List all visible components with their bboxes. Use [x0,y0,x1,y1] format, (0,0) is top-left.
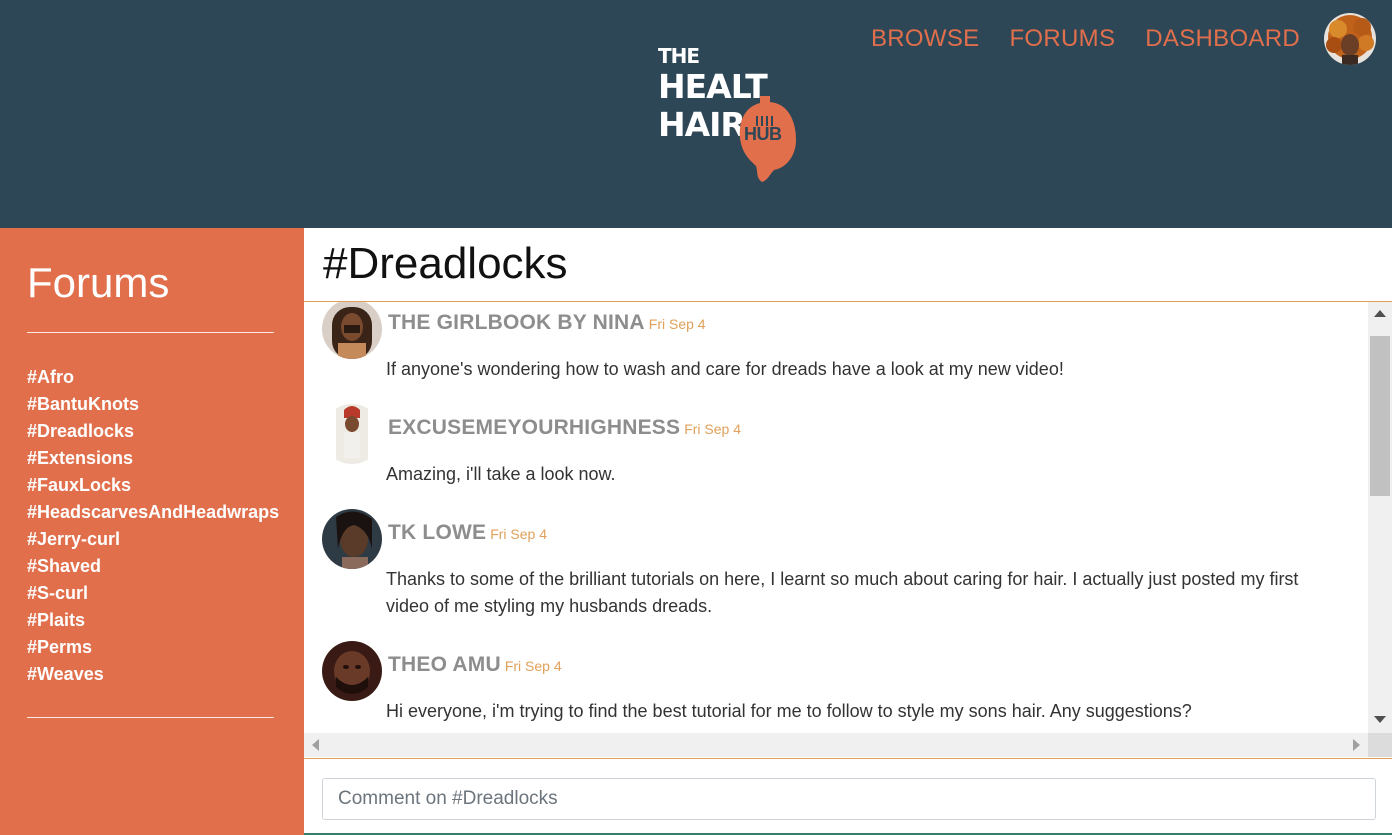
post-date: Fri Sep 4 [490,526,548,542]
post-feed[interactable]: THE GIRLBOOK BY NINA Fri Sep 4 If anyone'… [304,302,1392,733]
sidebar-title: Forums [27,259,170,306]
logo-text-the: THE [658,44,700,68]
sidebar-item-weaves[interactable]: #Weaves [27,661,279,688]
post-text: Amazing, i'll take a look now. [386,464,616,484]
scroll-up-arrow-icon[interactable] [1374,310,1386,317]
user-avatar[interactable] [1324,13,1376,65]
sidebar-item-shaved[interactable]: #Shaved [27,553,279,580]
logo-text-hair: HAIR [658,105,746,144]
user-photo-icon [322,404,382,464]
horizontal-scrollbar[interactable] [304,733,1368,757]
user-photo-icon [322,509,382,569]
user-photo-icon [322,641,382,701]
sidebar-item-headscarves[interactable]: #HeadscarvesAndHeadwraps [27,499,279,526]
comment-input[interactable] [322,778,1376,820]
scrollbar-thumb[interactable] [1370,336,1390,496]
sidebar-item-fauxlocks[interactable]: #FauxLocks [27,472,279,499]
sidebar-item-perms[interactable]: #Perms [27,634,279,661]
scrollbar-corner [1368,733,1392,757]
forum-main: #Dreadlocks THE GIRLBOOK BY NINA Fri Sep … [304,228,1392,835]
forum-title: #Dreadlocks [323,239,568,288]
sidebar-item-jerry-curl[interactable]: #Jerry-curl [27,526,279,553]
user-avatar-icon [1324,13,1376,65]
sidebar-item-bantuknots[interactable]: #BantuKnots [27,391,279,418]
post-date: Fri Sep 4 [684,421,742,437]
nav-browse[interactable]: BROWSE [871,24,979,54]
forums-sidebar: Forums #Afro #BantuKnots #Dreadlocks #Ex… [0,228,304,835]
comment-divider [304,758,1392,759]
site-header: THE HEALT HAIR HUB BROWSE FORUMS DASHBOA… [0,0,1392,228]
post-username[interactable]: EXCUSEMEYOURHIGHNESS Fri Sep 4 [388,416,741,440]
sidebar-item-s-curl[interactable]: #S-curl [27,580,279,607]
sidebar-divider-top [27,332,274,333]
post-username[interactable]: THE GIRLBOOK BY NINA Fri Sep 4 [388,311,706,335]
sidebar-item-dreadlocks[interactable]: #Dreadlocks [27,418,279,445]
nav-forums[interactable]: FORUMS [1009,24,1115,54]
logo-text-hub: HUB [744,124,782,144]
post-avatar[interactable] [322,404,382,464]
post-avatar[interactable] [322,641,382,701]
scroll-down-arrow-icon[interactable] [1374,716,1386,723]
scroll-left-arrow-icon[interactable] [312,739,319,751]
tag-list: #Afro #BantuKnots #Dreadlocks #Extension… [27,364,279,688]
sidebar-item-plaits[interactable]: #Plaits [27,607,279,634]
user-photo-icon [322,302,382,359]
vertical-scrollbar[interactable] [1368,302,1392,733]
sidebar-divider-bottom [27,717,274,718]
sidebar-item-afro[interactable]: #Afro [27,364,279,391]
sidebar-item-extensions[interactable]: #Extensions [27,445,279,472]
post-text: If anyone's wondering how to wash and ca… [386,359,1064,379]
scroll-right-arrow-icon[interactable] [1353,739,1360,751]
post-text: Hi everyone, i'm trying to find the best… [386,701,1192,721]
post-date: Fri Sep 4 [648,316,706,332]
post-username[interactable]: THEO AMU Fri Sep 4 [388,653,562,677]
post-date: Fri Sep 4 [504,658,562,674]
post-avatar[interactable] [322,509,382,569]
post-username[interactable]: TK LOWE Fri Sep 4 [388,521,547,545]
main-nav: BROWSE FORUMS DASHBOARD [871,24,1300,54]
nav-dashboard[interactable]: DASHBOARD [1145,24,1300,54]
site-logo[interactable]: THE HEALT HAIR HUB [656,44,806,186]
post-text: Thanks to some of the brilliant tutorial… [386,569,1299,616]
post-avatar[interactable] [322,302,382,359]
